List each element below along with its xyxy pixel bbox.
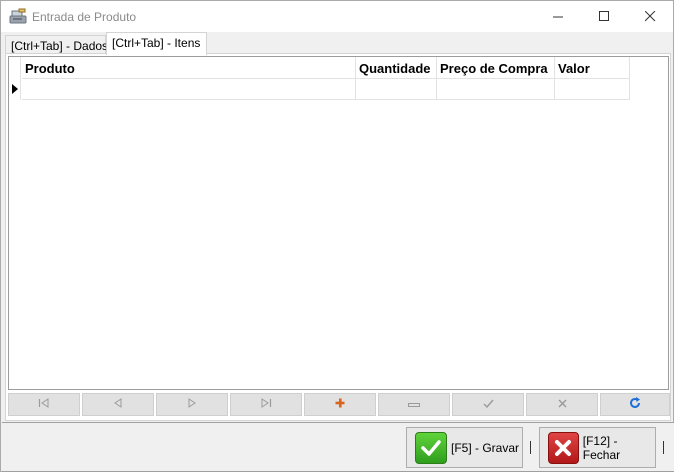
refresh-icon (629, 397, 641, 412)
column-header-quantidade[interactable]: Quantidade (356, 57, 437, 79)
insert-record-button[interactable] (304, 393, 376, 416)
first-record-button[interactable] (8, 393, 80, 416)
cell-quantidade[interactable] (356, 79, 437, 100)
action-bar: [F5] - Gravar [F12] - Fechar (2, 422, 674, 472)
product-entry-window: Entrada de Produto [Ctrl+Tab] - Dados [C… (0, 0, 674, 472)
cell-produto[interactable] (22, 79, 356, 100)
save-button-label: [F5] - Gravar (451, 440, 520, 455)
cancel-icon (558, 399, 567, 411)
first-record-icon (38, 398, 50, 411)
tab-strip: [Ctrl+Tab] - Dados [Ctrl+Tab] - Itens (1, 32, 673, 55)
save-button[interactable]: [F5] - Gravar (406, 427, 523, 468)
checkmark-icon (415, 431, 447, 464)
separator (663, 441, 664, 454)
maximize-button[interactable] (581, 1, 627, 32)
db-navigator (8, 393, 670, 417)
tab-itens[interactable]: [Ctrl+Tab] - Itens (106, 32, 207, 55)
delete-icon (408, 399, 420, 411)
cash-register-icon (9, 8, 27, 24)
delete-record-button[interactable] (378, 393, 450, 416)
last-record-icon (260, 398, 272, 411)
close-button-label: [F12] - Fechar (582, 433, 621, 462)
window-title: Entrada de Produto (32, 10, 137, 24)
post-icon (483, 399, 494, 411)
current-row-indicator-icon (12, 84, 18, 94)
cancel-record-button[interactable] (526, 393, 598, 416)
last-record-button[interactable] (230, 393, 302, 416)
prior-record-icon (113, 398, 123, 411)
close-button[interactable] (627, 1, 673, 32)
close-x-icon (548, 431, 579, 464)
column-header-valor[interactable]: Valor (555, 57, 630, 79)
refresh-button[interactable] (600, 393, 670, 416)
minimize-button[interactable] (535, 1, 581, 32)
close-form-button[interactable]: [F12] - Fechar (539, 427, 656, 468)
title-bar: Entrada de Produto (1, 1, 673, 32)
tab-dados[interactable]: [Ctrl+Tab] - Dados (5, 35, 108, 55)
prior-record-button[interactable] (82, 393, 154, 416)
post-record-button[interactable] (452, 393, 524, 416)
separator (530, 441, 531, 454)
cell-preco-compra[interactable] (437, 79, 555, 100)
column-header-produto[interactable]: Produto (22, 57, 356, 79)
insert-icon (335, 398, 345, 411)
column-header-preco-compra[interactable]: Preço de Compra (437, 57, 555, 79)
next-record-button[interactable] (156, 393, 228, 416)
cell-valor[interactable] (555, 79, 630, 100)
items-grid[interactable]: Produto Quantidade Preço de Compra Valor (8, 56, 669, 390)
items-panel: Produto Quantidade Preço de Compra Valor (5, 53, 671, 421)
next-record-icon (187, 398, 197, 411)
